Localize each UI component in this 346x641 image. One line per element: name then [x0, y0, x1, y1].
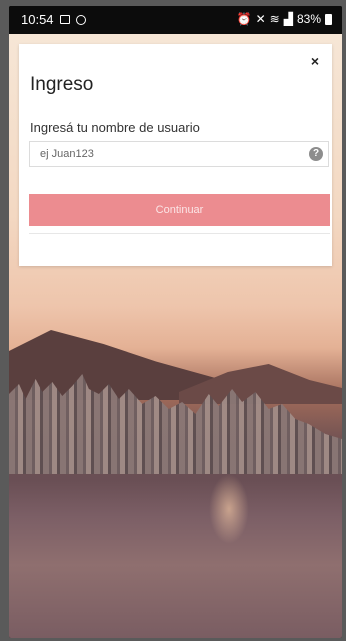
battery-icon [325, 13, 332, 25]
mute-icon: ✕ [255, 12, 266, 26]
username-label: Ingresá tu nombre de usuario [30, 120, 200, 135]
status-right: ⏰ ✕ ≋ ▟ 83% [237, 12, 332, 26]
background-mountain [179, 364, 342, 404]
login-screen: × Ingreso Ingresá tu nombre de usuario ?… [9, 34, 342, 638]
whatsapp-icon [75, 14, 86, 25]
status-left: 10:54 [21, 12, 86, 27]
status-bar: 10:54 ⏰ ✕ ≋ ▟ 83% [9, 6, 342, 34]
help-icon[interactable]: ? [309, 147, 323, 161]
status-time: 10:54 [21, 12, 54, 27]
gallery-icon [59, 15, 70, 24]
dialog-title: Ingreso [30, 74, 94, 95]
continue-button[interactable]: Continuar [29, 194, 330, 226]
alarm-icon: ⏰ [236, 12, 252, 26]
username-input[interactable] [30, 142, 320, 166]
battery-percent: 83% [296, 12, 321, 26]
divider [29, 233, 330, 234]
wifi-icon: ≋ [269, 12, 280, 26]
signal-icon: ▟ [283, 12, 293, 26]
close-button[interactable]: × [306, 52, 324, 70]
login-dialog: × Ingreso Ingresá tu nombre de usuario ?… [19, 44, 332, 266]
phone-screen: 10:54 ⏰ ✕ ≋ ▟ 83% × Ingreso Ingresá tu n… [9, 6, 342, 638]
username-field[interactable]: ? [29, 141, 329, 167]
background-water [209, 474, 249, 544]
